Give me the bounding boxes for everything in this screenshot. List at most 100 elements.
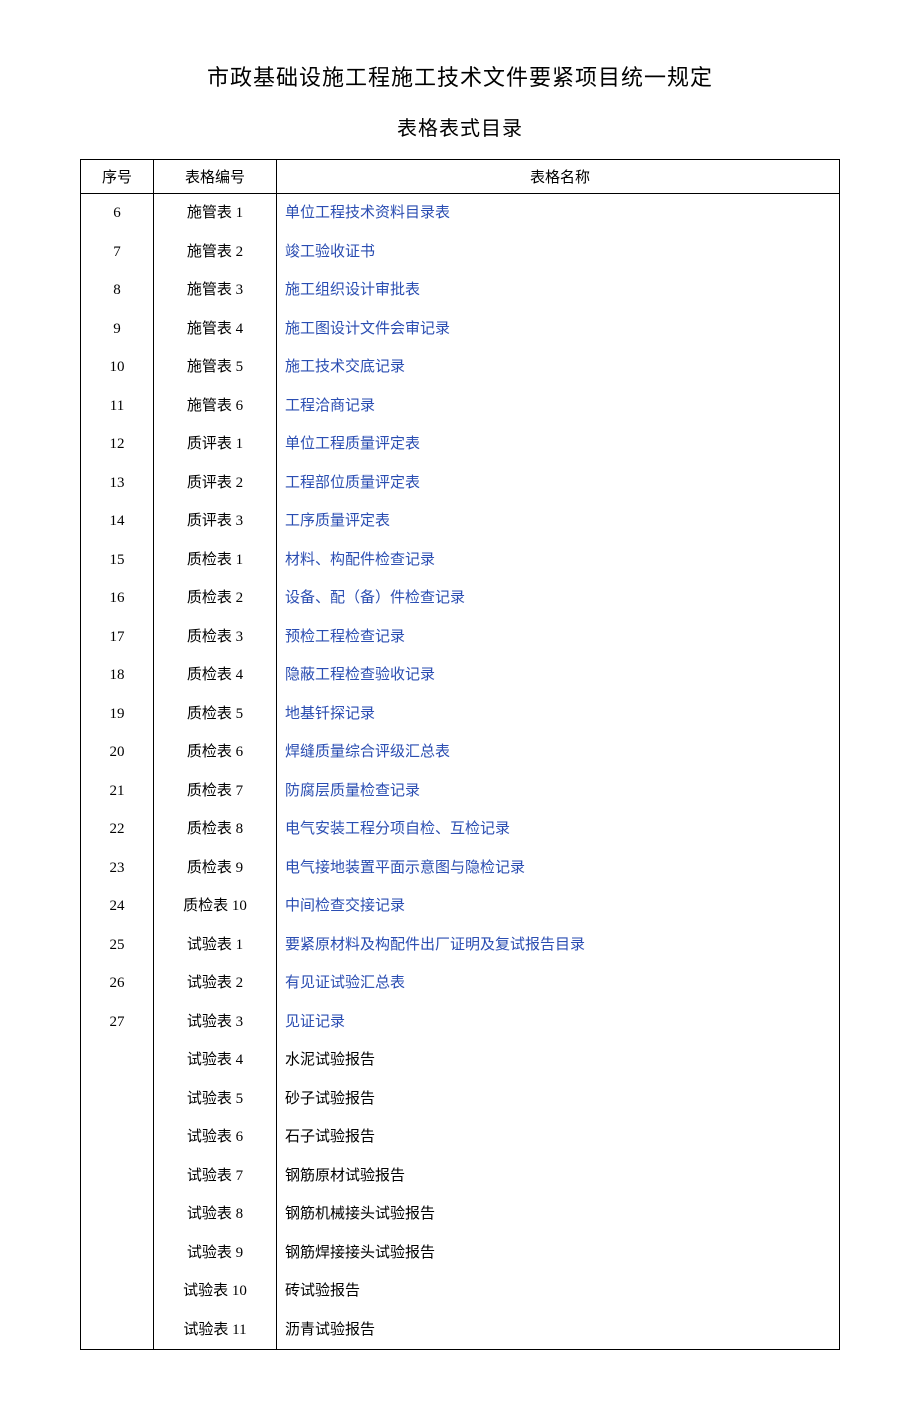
cell-name[interactable]: 预检工程检查记录 bbox=[277, 618, 840, 657]
toc-link[interactable]: 材料、构配件检查记录 bbox=[285, 552, 435, 568]
table-header-row: 序号 表格编号 表格名称 bbox=[81, 160, 840, 194]
cell-name[interactable]: 工序质量评定表 bbox=[277, 502, 840, 541]
toc-link[interactable]: 工程部位质量评定表 bbox=[285, 475, 420, 491]
cell-code: 施管表 5 bbox=[154, 348, 277, 387]
cell-seq bbox=[81, 1157, 154, 1196]
table-row: 6施管表 1单位工程技术资料目录表 bbox=[81, 194, 840, 233]
table-row: 试验表 10砖试验报告 bbox=[81, 1272, 840, 1311]
cell-code: 质检表 9 bbox=[154, 849, 277, 888]
cell-name[interactable]: 施工图设计文件会审记录 bbox=[277, 310, 840, 349]
toc-link[interactable]: 工序质量评定表 bbox=[285, 513, 390, 529]
cell-seq: 17 bbox=[81, 618, 154, 657]
cell-code: 试验表 8 bbox=[154, 1195, 277, 1234]
toc-link[interactable]: 电气接地装置平面示意图与隐检记录 bbox=[285, 860, 525, 876]
toc-link[interactable]: 有见证试验汇总表 bbox=[285, 975, 405, 991]
cell-name[interactable]: 防腐层质量检查记录 bbox=[277, 772, 840, 811]
cell-code: 质评表 1 bbox=[154, 425, 277, 464]
table-row: 17质检表 3 预检工程检查记录 bbox=[81, 618, 840, 657]
table-row: 试验表 8钢筋机械接头试验报告 bbox=[81, 1195, 840, 1234]
toc-link[interactable]: 施工图设计文件会审记录 bbox=[285, 321, 450, 337]
cell-name[interactable]: 工程洽商记录 bbox=[277, 387, 840, 426]
toc-link[interactable]: 单位工程技术资料目录表 bbox=[285, 205, 450, 221]
toc-link[interactable]: 单位工程质量评定表 bbox=[285, 436, 420, 452]
cell-name[interactable]: 要紧原材料及构配件出厂证明及复试报告目录 bbox=[277, 926, 840, 965]
cell-seq: 22 bbox=[81, 810, 154, 849]
cell-name[interactable]: 单位工程技术资料目录表 bbox=[277, 194, 840, 233]
toc-link[interactable]: 见证记录 bbox=[285, 1014, 345, 1030]
cell-seq: 25 bbox=[81, 926, 154, 965]
cell-code: 试验表 6 bbox=[154, 1118, 277, 1157]
cell-name[interactable]: 施工组织设计审批表 bbox=[277, 271, 840, 310]
cell-code: 质检表 8 bbox=[154, 810, 277, 849]
table-row: 22质检表 8 电气安装工程分项自检、互检记录 bbox=[81, 810, 840, 849]
cell-name[interactable]: 单位工程质量评定表 bbox=[277, 425, 840, 464]
toc-link[interactable]: 电气安装工程分项自检、互检记录 bbox=[285, 821, 510, 837]
cell-name[interactable]: 设备、配（备）件检查记录 bbox=[277, 579, 840, 618]
toc-link[interactable]: 防腐层质量检查记录 bbox=[285, 783, 420, 799]
cell-name[interactable]: 有见证试验汇总表 bbox=[277, 964, 840, 1003]
table-row: 14质评表 3工序质量评定表 bbox=[81, 502, 840, 541]
table-row: 11施管表 6工程洽商记录 bbox=[81, 387, 840, 426]
cell-name: 砖试验报告 bbox=[277, 1272, 840, 1311]
header-code: 表格编号 bbox=[154, 160, 277, 194]
cell-code: 施管表 3 bbox=[154, 271, 277, 310]
cell-name[interactable]: 施工技术交底记录 bbox=[277, 348, 840, 387]
cell-seq bbox=[81, 1195, 154, 1234]
cell-code: 试验表 5 bbox=[154, 1080, 277, 1119]
cell-code: 质检表 5 bbox=[154, 695, 277, 734]
toc-link[interactable]: 隐蔽工程检查验收记录 bbox=[285, 667, 435, 683]
cell-code: 试验表 1 bbox=[154, 926, 277, 965]
table-row: 试验表 7钢筋原材试验报告 bbox=[81, 1157, 840, 1196]
cell-name[interactable]: 中间检查交接记录 bbox=[277, 887, 840, 926]
cell-name[interactable]: 隐蔽工程检查验收记录 bbox=[277, 656, 840, 695]
cell-code: 试验表 7 bbox=[154, 1157, 277, 1196]
header-seq: 序号 bbox=[81, 160, 154, 194]
cell-name[interactable]: 焊缝质量综合评级汇总表 bbox=[277, 733, 840, 772]
cell-code: 质检表 2 bbox=[154, 579, 277, 618]
cell-name: 钢筋机械接头试验报告 bbox=[277, 1195, 840, 1234]
cell-code: 施管表 4 bbox=[154, 310, 277, 349]
toc-table: 序号 表格编号 表格名称 6施管表 1单位工程技术资料目录表7施管表 2竣工验收… bbox=[80, 159, 840, 1350]
toc-link[interactable]: 预检工程检查记录 bbox=[285, 629, 405, 645]
toc-link[interactable]: 地基钎探记录 bbox=[285, 706, 375, 722]
cell-code: 施管表 1 bbox=[154, 194, 277, 233]
cell-code: 施管表 6 bbox=[154, 387, 277, 426]
table-row: 12质评表 1 单位工程质量评定表 bbox=[81, 425, 840, 464]
table-row: 13质评表 2工程部位质量评定表 bbox=[81, 464, 840, 503]
toc-link[interactable]: 竣工验收证书 bbox=[285, 244, 375, 260]
page-subtitle: 表格表式目录 bbox=[80, 112, 840, 141]
cell-seq: 21 bbox=[81, 772, 154, 811]
cell-seq: 7 bbox=[81, 233, 154, 272]
cell-name[interactable]: 电气接地装置平面示意图与隐检记录 bbox=[277, 849, 840, 888]
cell-code: 质检表 3 bbox=[154, 618, 277, 657]
toc-link[interactable]: 中间检查交接记录 bbox=[285, 898, 405, 914]
cell-name: 石子试验报告 bbox=[277, 1118, 840, 1157]
cell-seq: 9 bbox=[81, 310, 154, 349]
table-row: 16质检表 2设备、配（备）件检查记录 bbox=[81, 579, 840, 618]
header-name: 表格名称 bbox=[277, 160, 840, 194]
table-row: 19质检表 5地基钎探记录 bbox=[81, 695, 840, 734]
table-row: 25试验表 1 要紧原材料及构配件出厂证明及复试报告目录 bbox=[81, 926, 840, 965]
cell-name[interactable]: 地基钎探记录 bbox=[277, 695, 840, 734]
cell-name: 沥青试验报告 bbox=[277, 1311, 840, 1350]
cell-seq: 12 bbox=[81, 425, 154, 464]
toc-link[interactable]: 要紧原材料及构配件出厂证明及复试报告目录 bbox=[285, 937, 585, 953]
toc-link[interactable]: 施工技术交底记录 bbox=[285, 359, 405, 375]
table-row: 20质检表 6焊缝质量综合评级汇总表 bbox=[81, 733, 840, 772]
toc-link[interactable]: 工程洽商记录 bbox=[285, 398, 375, 414]
cell-name[interactable]: 见证记录 bbox=[277, 1003, 840, 1042]
cell-name[interactable]: 材料、构配件检查记录 bbox=[277, 541, 840, 580]
cell-code: 质评表 2 bbox=[154, 464, 277, 503]
cell-code: 质检表 7 bbox=[154, 772, 277, 811]
toc-link[interactable]: 焊缝质量综合评级汇总表 bbox=[285, 744, 450, 760]
cell-seq: 20 bbox=[81, 733, 154, 772]
toc-link[interactable]: 施工组织设计审批表 bbox=[285, 282, 420, 298]
table-row: 试验表 11沥青试验报告 bbox=[81, 1311, 840, 1350]
cell-seq: 15 bbox=[81, 541, 154, 580]
cell-name[interactable]: 竣工验收证书 bbox=[277, 233, 840, 272]
table-row: 试验表 4水泥试验报告 bbox=[81, 1041, 840, 1080]
cell-name[interactable]: 电气安装工程分项自检、互检记录 bbox=[277, 810, 840, 849]
toc-link[interactable]: 设备、配（备）件检查记录 bbox=[285, 590, 465, 606]
cell-code: 质检表 1 bbox=[154, 541, 277, 580]
cell-name[interactable]: 工程部位质量评定表 bbox=[277, 464, 840, 503]
